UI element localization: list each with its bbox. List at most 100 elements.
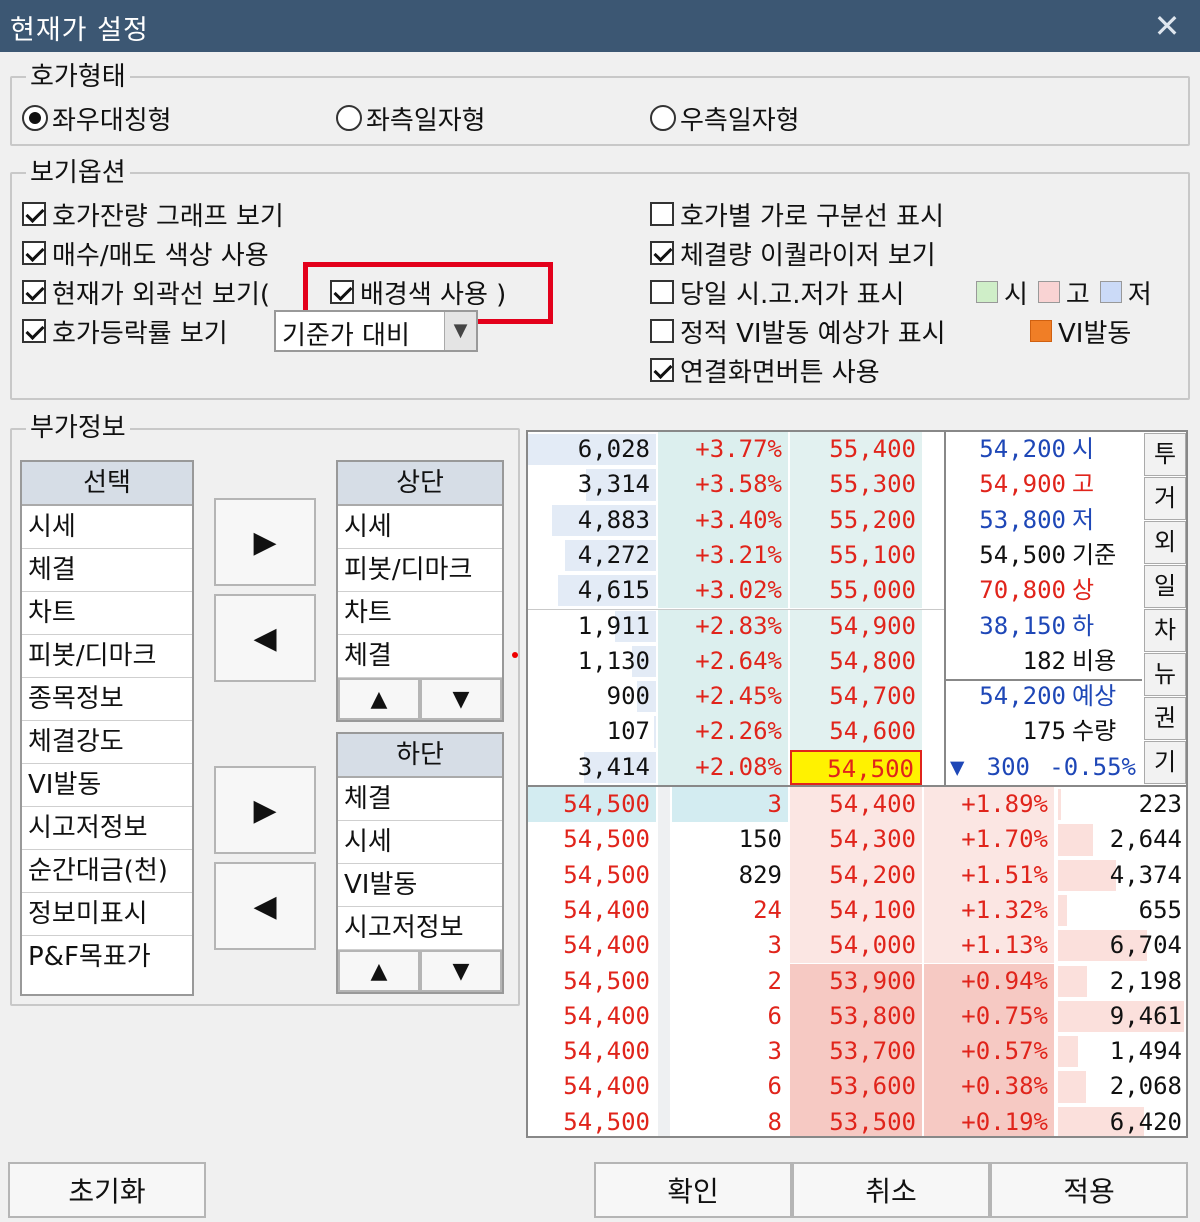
bid-qty: 1,494: [1109, 1037, 1182, 1066]
list-item[interactable]: 시고저정보: [22, 807, 192, 850]
remove-from-bottom-button[interactable]: ◀: [214, 862, 316, 950]
info-row: 70,800 상: [946, 573, 1142, 608]
ask-price: 55,100: [790, 537, 922, 574]
select-list[interactable]: 선택 시세 체결 차트 피봇/디마크 종목정보 체결강도 VI발동 시고저정보 …: [20, 460, 194, 996]
list-item[interactable]: 피봇/디마크: [338, 549, 502, 592]
side-tab[interactable]: 외: [1144, 521, 1186, 564]
top-order-controls: ▲ ▼: [338, 678, 502, 720]
ask-qty: 4,615: [577, 576, 650, 605]
checkbox-icon: [22, 280, 46, 304]
ok-button[interactable]: 확인: [594, 1162, 792, 1218]
table-row: 54,400 6 53,600 +0.38% 2,068: [528, 1069, 1186, 1105]
list-item[interactable]: VI발동: [338, 864, 502, 907]
ask-qty: 900: [606, 682, 650, 711]
info-value: 38,150: [979, 611, 1066, 640]
list-item[interactable]: 체결: [338, 778, 502, 821]
move-up-button[interactable]: ▲: [338, 678, 420, 720]
list-item[interactable]: P&F목표가: [22, 936, 192, 979]
trade-price: 54,400: [563, 895, 650, 924]
list-item[interactable]: 체결: [338, 635, 502, 678]
ask-price: 55,000: [790, 573, 922, 609]
apply-button[interactable]: 적용: [990, 1162, 1188, 1218]
info-label: 상: [1072, 576, 1095, 605]
ask-qty: 6,028: [577, 435, 650, 463]
checkbox-hoga-graph[interactable]: 호가잔량 그래프 보기: [22, 196, 284, 232]
checkbox-hoga-change-rate[interactable]: 호가등락률 보기: [22, 313, 228, 349]
table-row: 54,400 24 54,100 +1.32% 655: [528, 892, 1186, 929]
radio-left-line[interactable]: 좌측일자형: [336, 100, 486, 136]
side-tab[interactable]: 거: [1144, 477, 1186, 520]
trade-price: 54,500: [563, 1107, 650, 1136]
trade-price: 54,400: [563, 1001, 650, 1030]
side-tab[interactable]: 차: [1144, 609, 1186, 652]
list-item[interactable]: 체결강도: [22, 721, 192, 764]
change-amount: 300: [986, 752, 1030, 781]
list-item[interactable]: 체결: [22, 549, 192, 592]
bottom-list[interactable]: 하단 체결 시세 VI발동 시고저정보 ▲ ▼: [336, 732, 504, 994]
trade-price: 54,500: [528, 787, 656, 823]
trade-qty: 150: [738, 825, 782, 854]
checkbox-day-ohl[interactable]: 당일 시.고.저가 표시: [650, 274, 904, 310]
ask-separator: [528, 608, 944, 610]
info-row: 54,900 고: [946, 467, 1142, 502]
close-icon[interactable]: ✕: [1150, 6, 1184, 46]
bid-pct: +1.13%: [924, 928, 1054, 964]
table-row: 54,500 829 54,200 +1.51% 4,374: [528, 857, 1186, 893]
ask-pct: +2.83%: [658, 608, 788, 644]
checkbox-static-vi[interactable]: 정적 VI발동 예상가 표시: [650, 313, 946, 349]
side-tab[interactable]: 기: [1144, 741, 1186, 784]
list-item[interactable]: VI발동: [22, 764, 192, 807]
add-to-top-button[interactable]: ▶: [214, 498, 316, 586]
bid-price: 53,800: [790, 998, 922, 1035]
side-tab[interactable]: 권: [1144, 697, 1186, 740]
remove-from-top-button[interactable]: ◀: [214, 594, 316, 682]
arrow-left-icon: ◀: [253, 888, 277, 924]
bid-pct: +0.57%: [924, 1034, 1054, 1070]
checkbox-price-outline[interactable]: 현재가 외곽선 보기(: [22, 274, 270, 310]
reset-button[interactable]: 초기화: [8, 1162, 206, 1218]
ask-price: 54,800: [790, 643, 922, 680]
list-item[interactable]: 시고저정보: [338, 907, 502, 950]
move-down-button[interactable]: ▼: [420, 950, 502, 992]
list-item[interactable]: 차트: [22, 592, 192, 635]
info-label: 비용: [1072, 646, 1117, 675]
ask-qty: 3,314: [577, 470, 650, 499]
list-item[interactable]: 시세: [22, 506, 192, 549]
radio-symmetric[interactable]: 좌우대칭형: [22, 100, 172, 136]
move-down-button[interactable]: ▼: [420, 678, 502, 720]
radio-dot-icon: [336, 105, 362, 131]
checkbox-row-divider[interactable]: 호가별 가로 구분선 표시: [650, 196, 944, 232]
radio-dot-icon: [22, 105, 48, 131]
cancel-button[interactable]: 취소: [792, 1162, 990, 1218]
list-item[interactable]: 정보미표시: [22, 893, 192, 936]
bid-price: 53,500: [790, 1104, 922, 1136]
radio-right-line[interactable]: 우측일자형: [650, 100, 800, 136]
list-item[interactable]: 피봇/디마크: [22, 635, 192, 678]
ask-qty: 1,130: [577, 646, 650, 675]
info-value: 54,500: [979, 540, 1066, 569]
view-options-legend: 보기옵션: [26, 158, 130, 188]
list-item[interactable]: 시세: [338, 506, 502, 549]
checkbox-icon: [650, 358, 674, 382]
list-item[interactable]: 종목정보: [22, 678, 192, 721]
ask-pct: +3.02%: [658, 573, 788, 609]
trade-qty: 3: [672, 787, 788, 823]
list-item[interactable]: 시세: [338, 821, 502, 864]
side-tab[interactable]: 투: [1144, 433, 1186, 476]
table-row: 54,500 2 53,900 +0.94% 2,198: [528, 963, 1186, 999]
list-item[interactable]: 순간대금(천): [22, 850, 192, 893]
checkbox-icon: [650, 280, 674, 304]
chevron-down-icon[interactable]: ▼: [444, 312, 476, 350]
top-list[interactable]: 상단 시세 피봇/디마크 차트 체결 ▲ ▼: [336, 460, 504, 722]
add-to-bottom-button[interactable]: ▶: [214, 766, 316, 854]
checkbox-buy-sell-color[interactable]: 매수/매도 색상 사용: [22, 235, 269, 271]
list-item[interactable]: 차트: [338, 592, 502, 635]
side-tab[interactable]: 일: [1144, 565, 1186, 608]
bottom-list-header: 하단: [338, 734, 502, 778]
checkbox-linked-screen-button[interactable]: 연결화면버튼 사용: [650, 352, 880, 388]
move-up-button[interactable]: ▲: [338, 950, 420, 992]
checkbox-equalizer[interactable]: 체결량 이퀄라이저 보기: [650, 235, 936, 271]
basis-dropdown[interactable]: 기준가 대비 ▼: [274, 310, 478, 352]
ask-qty: 3,414: [577, 752, 650, 781]
side-tab[interactable]: 뉴: [1144, 653, 1186, 696]
